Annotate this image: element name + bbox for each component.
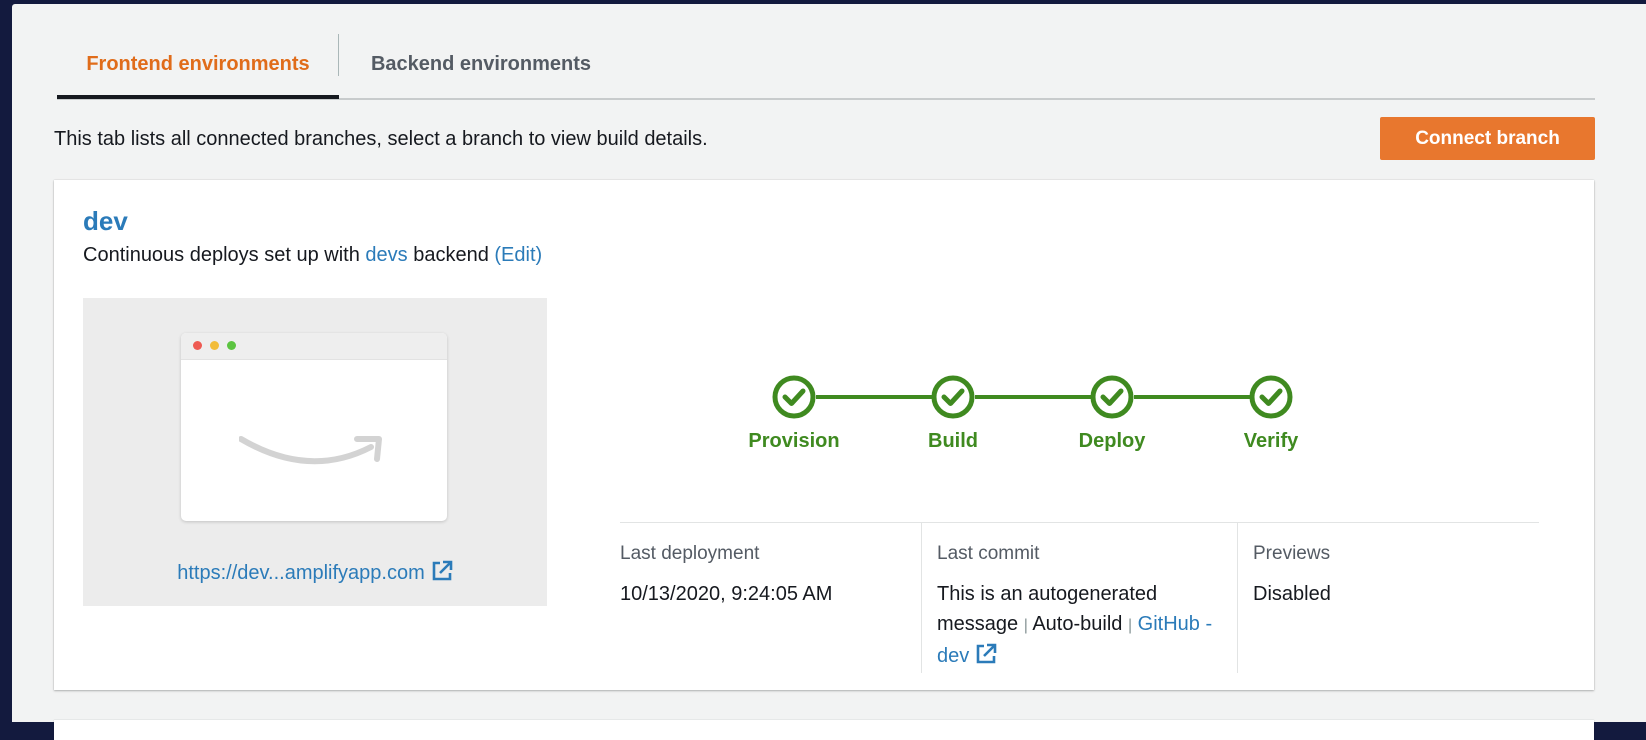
separator: | bbox=[1127, 617, 1133, 634]
step-label: Build bbox=[928, 430, 978, 452]
external-link-icon bbox=[432, 560, 453, 581]
check-circle-icon bbox=[1090, 375, 1134, 419]
pipeline-step-build: Build bbox=[893, 375, 1013, 453]
last-deployment-column: Last deployment 10/13/2020, 9:24:05 AM bbox=[620, 523, 920, 673]
last-commit-value: This is an autogenerated message | Auto-… bbox=[937, 579, 1227, 671]
app-frame: Frontend environments Backend environmen… bbox=[12, 4, 1646, 740]
separator: | bbox=[1023, 617, 1028, 634]
active-tab-indicator bbox=[57, 95, 339, 99]
last-commit-column: Last commit This is an autogenerated mes… bbox=[921, 523, 1237, 673]
tab-description: This tab lists all connected branches, s… bbox=[54, 128, 708, 150]
tab-frontend-label: Frontend environments bbox=[86, 52, 310, 75]
app-preview: https://dev...amplifyapp.com bbox=[83, 298, 547, 606]
browser-title-bar bbox=[181, 333, 447, 360]
next-branch-card bbox=[54, 720, 1594, 740]
tab-backend-environments[interactable]: Backend environments bbox=[339, 32, 623, 96]
build-pipeline: Provision Build Deploy Verify bbox=[748, 375, 1434, 465]
preview-url-link[interactable]: https://dev...amplifyapp.com bbox=[83, 560, 547, 585]
check-circle-icon bbox=[931, 375, 975, 419]
pipeline-step-verify: Verify bbox=[1211, 375, 1331, 453]
tab-backend-label: Backend environments bbox=[370, 52, 592, 75]
last-deployment-value: 10/13/2020, 9:24:05 AM bbox=[620, 583, 833, 605]
step-label: Provision bbox=[748, 430, 840, 452]
tab-frontend-environments[interactable]: Frontend environments bbox=[57, 32, 339, 99]
step-label: Deploy bbox=[1078, 430, 1146, 452]
check-circle-icon bbox=[772, 375, 816, 419]
previews-label: Previews bbox=[1253, 543, 1331, 564]
branch-subtitle-mid: backend bbox=[407, 244, 495, 266]
edit-backend-link[interactable]: (Edit) bbox=[494, 244, 542, 266]
step-label: Verify bbox=[1243, 430, 1299, 452]
browser-thumbnail[interactable] bbox=[181, 333, 447, 521]
backend-link[interactable]: devs bbox=[365, 244, 407, 266]
branch-subtitle-prefix: Continuous deploys set up with bbox=[83, 244, 366, 266]
commit-trigger: Auto-build bbox=[1032, 613, 1123, 635]
check-circle-icon bbox=[1249, 375, 1293, 419]
minimize-dot-icon bbox=[210, 341, 219, 350]
pipeline-step-provision: Provision bbox=[734, 375, 854, 453]
last-commit-label: Last commit bbox=[937, 543, 1040, 564]
amazon-smile-icon bbox=[239, 436, 382, 465]
external-link-icon bbox=[976, 643, 997, 664]
previews-column: Previews Disabled bbox=[1237, 523, 1538, 673]
branch-subtitle: Continuous deploys set up with devs back… bbox=[83, 244, 542, 267]
deployment-info: Last deployment 10/13/2020, 9:24:05 AM L… bbox=[620, 522, 1539, 673]
last-deployment-label: Last deployment bbox=[620, 543, 760, 564]
previews-value: Disabled bbox=[1253, 583, 1331, 605]
preview-url-text: https://dev...amplifyapp.com bbox=[177, 562, 425, 584]
branch-name-link[interactable]: dev bbox=[83, 206, 128, 237]
branch-card: dev Continuous deploys set up with devs … bbox=[54, 180, 1594, 690]
environment-tabs: Frontend environments Backend environmen… bbox=[57, 32, 1595, 100]
close-dot-icon bbox=[193, 341, 202, 350]
maximize-dot-icon bbox=[227, 341, 236, 350]
connect-branch-button[interactable]: Connect branch bbox=[1380, 117, 1595, 160]
pipeline-step-deploy: Deploy bbox=[1052, 375, 1172, 453]
